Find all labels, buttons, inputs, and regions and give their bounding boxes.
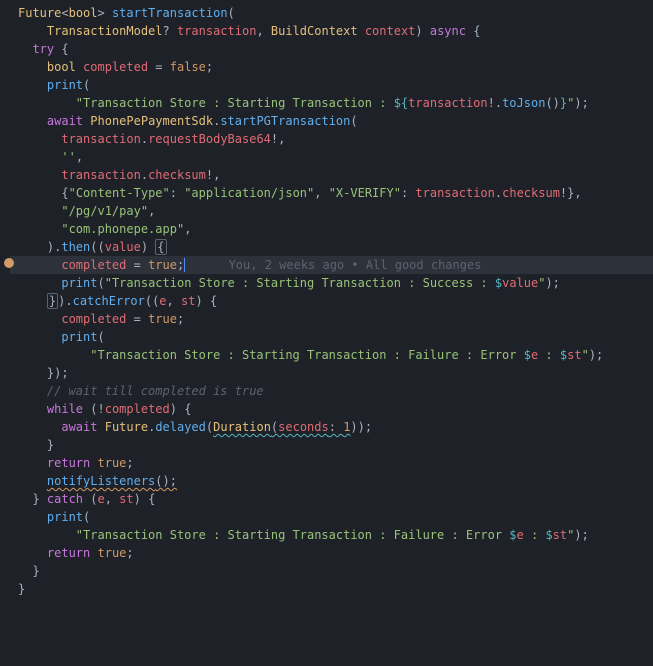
code-line[interactable]: print( [10,328,653,346]
code-line[interactable]: ).then((value) { [10,238,653,256]
comment-token: // wait till completed is true [47,384,264,398]
matching-brace: } [47,293,58,309]
code-line[interactable]: "com.phonepe.app", [10,220,653,238]
lightbulb-icon[interactable] [4,258,14,268]
dead-code-warning: notifyListeners [47,474,155,488]
code-line[interactable]: }); [10,364,653,382]
code-line[interactable]: print("Transaction Store : Starting Tran… [10,274,653,292]
code-line[interactable]: "Transaction Store : Starting Transactio… [10,526,653,544]
code-line[interactable]: } [10,436,653,454]
code-line[interactable]: return true; [10,454,653,472]
text-cursor [184,258,185,272]
code-line[interactable]: await PhonePePaymentSdk.startPGTransacti… [10,112,653,130]
code-line[interactable]: "Transaction Store : Starting Transactio… [10,94,653,112]
code-line[interactable]: while (!completed) { [10,400,653,418]
code-line[interactable]: TransactionModel? transaction, BuildCont… [10,22,653,40]
code-line[interactable]: print( [10,508,653,526]
code-line[interactable]: transaction.requestBodyBase64!, [10,130,653,148]
code-line-active[interactable]: completed = true; You, 2 weeks ago • All… [10,256,653,274]
code-line[interactable]: completed = true; [10,310,653,328]
matching-brace: { [155,239,166,255]
code-line[interactable]: // wait till completed is true [10,382,653,400]
code-line[interactable]: } [10,562,653,580]
code-line[interactable]: Future<bool> startTransaction( [10,4,653,22]
git-blame-annotation[interactable]: You, 2 weeks ago • All good changes [185,258,481,272]
code-line[interactable]: print( [10,76,653,94]
code-line[interactable]: bool completed = false; [10,58,653,76]
code-line[interactable]: } catch (e, st) { [10,490,653,508]
warning-token: Duration [213,420,271,434]
code-line[interactable]: "Transaction Store : Starting Transactio… [10,346,653,364]
code-line[interactable]: return true; [10,544,653,562]
code-line[interactable]: "/pg/v1/pay", [10,202,653,220]
code-editor[interactable]: Future<bool> startTransaction( Transacti… [10,4,653,598]
code-line[interactable]: transaction.checksum!, [10,166,653,184]
code-line[interactable]: '', [10,148,653,166]
code-line[interactable]: {"Content-Type": "application/json", "X-… [10,184,653,202]
code-line[interactable]: notifyListeners(); [10,472,653,490]
function-name: startTransaction [112,6,228,20]
code-line[interactable]: }).catchError((e, st) { [10,292,653,310]
type-token: Future [18,6,61,20]
code-line[interactable]: await Future.delayed(Duration(seconds: 1… [10,418,653,436]
code-line[interactable]: try { [10,40,653,58]
code-line[interactable]: } [10,580,653,598]
